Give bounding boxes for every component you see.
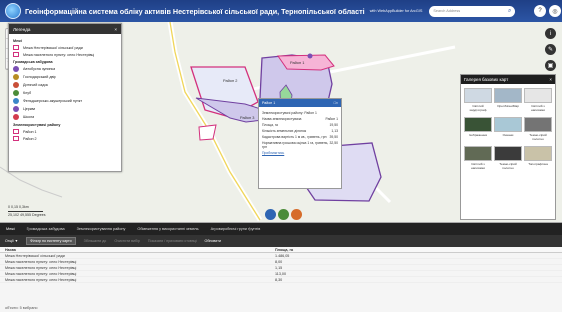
coordinate-readout: 25,102 49,555 Degrees bbox=[8, 213, 46, 217]
legend-item: Клуб bbox=[13, 90, 117, 96]
legend-item: Автобусна зупинка bbox=[13, 66, 117, 72]
district-swatch-icon bbox=[13, 136, 19, 141]
gallery-title-bar: Галерея базових карт × bbox=[461, 75, 555, 84]
attribute-table-panel: Межі Громадська забудова Землекористуван… bbox=[0, 222, 562, 312]
clear-selection-button[interactable]: Очистити вибір bbox=[114, 239, 140, 243]
close-icon[interactable]: × bbox=[114, 27, 117, 32]
tab-boundaries[interactable]: Межі bbox=[6, 227, 15, 231]
info-icon[interactable]: i bbox=[545, 28, 556, 39]
district-swatch-icon bbox=[13, 129, 19, 134]
table-footer: об'єкти: 5 вибрано bbox=[5, 306, 38, 310]
legend-section-title: Землекористувачі району bbox=[13, 123, 61, 127]
scale-bar: 0 0,15 0,3km 25,102 49,555 Degrees bbox=[8, 205, 46, 217]
bus-stop-icon bbox=[13, 66, 19, 72]
feature-popup[interactable]: Район 1 □ × Землекористувачі району: Рай… bbox=[258, 98, 342, 189]
legend-list: Межі Межа Нестерівської сільської ради М… bbox=[9, 34, 121, 171]
legend-section-title: Межі bbox=[13, 39, 22, 43]
tab-soil-groups[interactable]: Агровиробничі групи ґрунтів bbox=[211, 227, 261, 231]
show-hide-columns-button[interactable]: Показати / приховати стовпці bbox=[148, 239, 197, 243]
app-logo bbox=[5, 3, 21, 19]
boundary-swatch-icon bbox=[13, 52, 19, 57]
popup-title: Район 1 bbox=[262, 101, 276, 105]
popup-body: Землекористувачі району: Район 1 Назва з… bbox=[262, 111, 338, 155]
popup-title-bar: Район 1 □ × bbox=[259, 99, 341, 107]
map-view[interactable]: + − ⌂ ⌖ Легенда × Межі Межа Нестерівсько… bbox=[0, 22, 562, 222]
legend-item: Межа населеного пункту: село Нестерівці bbox=[13, 52, 117, 57]
medical-point-icon bbox=[13, 98, 19, 104]
map-label: Район 1 bbox=[290, 60, 305, 65]
basemap-option[interactable]: Топографічна bbox=[524, 146, 552, 173]
refresh-button[interactable]: Обновити bbox=[205, 239, 221, 243]
filter-map-extent-button[interactable]: Фільтр по екстенту карти bbox=[26, 237, 76, 245]
popup-navigation[interactable] bbox=[265, 209, 304, 220]
tab-land-users[interactable]: Землекористування району bbox=[77, 227, 126, 231]
basemap-option[interactable]: Світлий кардтограф bbox=[464, 88, 492, 115]
table-row[interactable]: Межа населеного пункту: село Нестерівці 8… bbox=[0, 277, 562, 283]
legend-item: Господарський двір bbox=[13, 74, 117, 80]
popup-close-icon[interactable]: × bbox=[336, 101, 338, 105]
zoom-to-link[interactable]: Приблизитись bbox=[262, 151, 338, 155]
app-title: Геоінформаційна система обліку активів Н… bbox=[25, 6, 365, 16]
legend-section-title: Громадська забудова bbox=[13, 60, 53, 64]
legend-item: Район 2 bbox=[13, 136, 117, 141]
basemap-icon[interactable] bbox=[278, 209, 289, 220]
basemap-option[interactable]: OpenStreetMap bbox=[494, 88, 522, 115]
basemap-option[interactable]: Океани bbox=[494, 117, 522, 144]
grid-icon[interactable] bbox=[291, 209, 302, 220]
basemap-option[interactable]: Ізображення bbox=[464, 117, 492, 144]
right-toolbar: i ✎ ▣ bbox=[545, 28, 556, 76]
address-search[interactable]: Search Address ⌕ bbox=[429, 5, 516, 17]
app-header: Геоінформаційна система обліку активів Н… bbox=[0, 0, 562, 22]
legend-panel: Легенда × Межі Межа Нестерівської сільсь… bbox=[8, 23, 122, 172]
basemap-option[interactable]: Світлий з написами bbox=[524, 88, 552, 115]
kindergarten-icon bbox=[13, 82, 19, 88]
attribute-tabs: Межі Громадська забудова Землекористуван… bbox=[0, 223, 562, 235]
tab-restrictions[interactable]: Обмеження у використанні земель bbox=[137, 227, 198, 231]
legend-title-bar: Легенда × bbox=[9, 24, 121, 34]
scale-text: 0 0,15 0,3km bbox=[8, 205, 29, 209]
help-icon[interactable]: ? bbox=[534, 5, 546, 17]
legend-item: Церква bbox=[13, 106, 117, 112]
map-label: Район 3 bbox=[240, 115, 255, 120]
layer-list-icon[interactable] bbox=[265, 209, 276, 220]
search-icon[interactable]: ⌕ bbox=[508, 8, 511, 15]
gallery-grid: Світлий кардтограф OpenStreetMap Світлий… bbox=[461, 84, 555, 177]
club-icon bbox=[13, 90, 19, 96]
legend-item: Район 1 bbox=[13, 129, 117, 134]
gallery-title: Галерея базових карт bbox=[464, 77, 509, 82]
boundary-swatch-icon bbox=[13, 45, 19, 50]
attribute-table: Назва Площа, га Межа Нестерівської сільс… bbox=[0, 247, 562, 283]
search-input[interactable]: Search Address bbox=[433, 9, 508, 13]
close-icon[interactable]: × bbox=[549, 77, 552, 82]
basemap-option[interactable]: Темно-сірий полотно bbox=[494, 146, 522, 173]
table-toolbar: Опції ▼ Фільтр по екстенту карти Збільши… bbox=[0, 235, 562, 247]
zoom-to-button[interactable]: Збільшити до bbox=[84, 239, 107, 243]
visibility-icon[interactable]: ◎ bbox=[549, 5, 561, 17]
basemap-option[interactable]: Світлий з написами bbox=[464, 146, 492, 173]
column-header[interactable]: Назва bbox=[0, 248, 270, 252]
legend-item: Школа bbox=[13, 114, 117, 120]
legend-item: Межа Нестерівської сільської ради bbox=[13, 45, 117, 50]
school-icon bbox=[13, 114, 19, 120]
tab-public-buildings[interactable]: Громадська забудова bbox=[27, 227, 65, 231]
print-icon[interactable]: ▣ bbox=[545, 60, 556, 71]
church-icon bbox=[13, 106, 19, 112]
basemap-option[interactable]: Темно-сірий полотно bbox=[524, 117, 552, 144]
legend-title: Легенда bbox=[13, 26, 31, 32]
farm-yard-icon bbox=[13, 74, 19, 80]
basemap-gallery: Галерея базових карт × Світлий кардтогра… bbox=[460, 74, 556, 220]
column-header[interactable]: Площа, га bbox=[270, 248, 562, 252]
legend-item: Фельдшерсько-акушерський пункт bbox=[13, 98, 117, 104]
legend-item: Дитячий садок bbox=[13, 82, 117, 88]
edit-icon[interactable]: ✎ bbox=[545, 44, 556, 55]
map-label: Район 2 bbox=[223, 78, 238, 83]
options-menu[interactable]: Опції ▼ bbox=[5, 239, 18, 243]
app-subtitle: with WebAppBuilder for ArcGIS bbox=[369, 9, 423, 13]
